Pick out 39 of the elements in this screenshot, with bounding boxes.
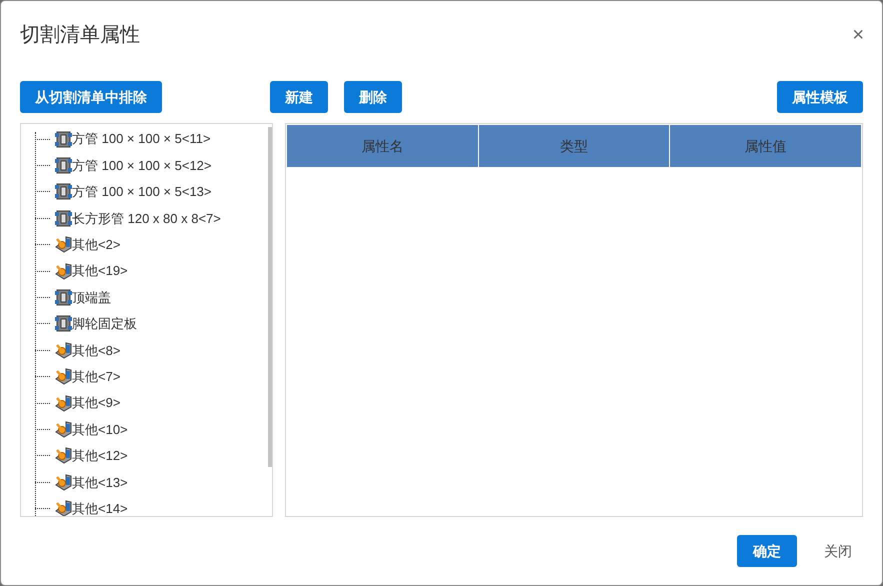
- block-icon: [55, 315, 72, 332]
- tree-item[interactable]: 其他<10>: [72, 420, 128, 440]
- bent-part-icon: [55, 262, 72, 280]
- block-icon: [55, 130, 72, 148]
- bent-part-icon: [55, 447, 72, 464]
- block-icon: [55, 210, 72, 227]
- block-icon: [55, 289, 72, 306]
- tree-item[interactable]: 其他<7>: [72, 366, 120, 386]
- exclude-button[interactable]: 从切割清单中排除: [20, 81, 162, 113]
- tree-item[interactable]: 方管 100 × 100 × 5<12>: [72, 156, 212, 176]
- tree-item[interactable]: 方管 100 × 100 × 5<13>: [72, 182, 212, 202]
- bent-part-icon: [55, 420, 72, 438]
- tree-item[interactable]: 顶端盖: [72, 288, 111, 308]
- template-button[interactable]: 属性模板: [777, 81, 863, 113]
- bent-part-icon: [55, 342, 72, 359]
- tree-item[interactable]: 其他<19>: [72, 261, 128, 281]
- close-button[interactable]: ×: [852, 25, 864, 45]
- bent-part-icon: [55, 394, 72, 412]
- block-icon: [55, 183, 72, 200]
- tree-item[interactable]: 其他<13>: [72, 472, 128, 492]
- bent-part-icon: [55, 368, 72, 386]
- tree-item[interactable]: 其他<14>: [72, 498, 128, 516]
- tree-item[interactable]: 方管 100 × 100 × 5<11>: [72, 129, 211, 149]
- bent-part-icon: [55, 236, 72, 254]
- bent-part-icon: [55, 474, 72, 491]
- tree-item[interactable]: 其他<12>: [72, 446, 128, 466]
- tree-item[interactable]: 其他<2>: [72, 235, 120, 254]
- tree-item[interactable]: 脚轮固定板: [72, 314, 137, 334]
- block-icon: [55, 157, 72, 174]
- scrollbar[interactable]: [268, 127, 272, 467]
- new-button[interactable]: 新建: [270, 81, 328, 113]
- window-title: 切割清单属性: [20, 23, 140, 48]
- tree-item[interactable]: 其他<8>: [72, 340, 120, 360]
- close-text-button[interactable]: 关闭: [824, 540, 852, 562]
- tree-item[interactable]: 长方形管 120 x 80 x 8<7>: [72, 208, 221, 228]
- bent-part-icon: [55, 500, 72, 516]
- delete-button[interactable]: 删除: [344, 81, 402, 113]
- ok-button[interactable]: 确定: [737, 535, 797, 567]
- tree-item[interactable]: 其他<9>: [72, 393, 120, 413]
